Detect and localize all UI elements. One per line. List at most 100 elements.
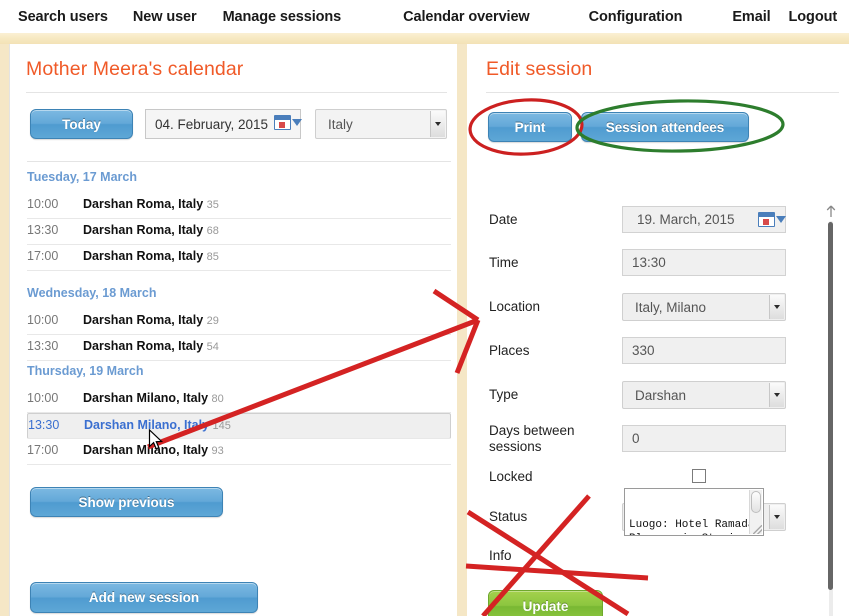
session-row[interactable]: 13:30 Darshan Roma, Italy 68 (27, 219, 451, 245)
update-button[interactable]: Update (488, 590, 603, 616)
top-navigation: Search users New user Manage sessions Ca… (0, 0, 849, 33)
session-row[interactable]: 17:00 Darshan Roma, Italy 85 (27, 245, 451, 271)
toolbar-divider (27, 161, 451, 162)
session-row[interactable]: 10:00 Darshan Milano, Italy 80 (27, 387, 451, 413)
session-name-text: Darshan Milano, Italy (83, 443, 209, 457)
country-select-value: Italy (328, 116, 353, 132)
nav-underline-band (0, 33, 849, 44)
page-scrollbar[interactable] (821, 204, 841, 616)
session-count: 145 (212, 420, 231, 432)
today-button[interactable]: Today (30, 109, 133, 139)
session-count: 29 (206, 315, 219, 327)
time-input-value: 13:30 (632, 255, 666, 270)
nav-item-email[interactable]: Email (732, 9, 770, 25)
days-between-label: Days between sessions (489, 423, 575, 454)
content-area: Mother Meera's calendar Today 04. Februa… (0, 44, 849, 616)
edit-session-divider (486, 92, 839, 93)
session-name: Darshan Roma, Italy 54 (83, 339, 219, 353)
session-name: Darshan Roma, Italy 68 (83, 223, 219, 237)
print-button[interactable]: Print (488, 112, 572, 142)
calendar-glyph (758, 212, 775, 227)
type-label: Type (489, 387, 519, 402)
page-root: Search users New user Manage sessions Ca… (0, 0, 849, 616)
chevron-down-icon (774, 305, 780, 309)
places-input[interactable]: 330 (622, 337, 786, 364)
session-count: 80 (211, 393, 224, 405)
session-row-selected[interactable]: 13:30 Darshan Milano, Italy 145 (27, 413, 451, 439)
add-new-session-button[interactable]: Add new session (30, 582, 258, 613)
session-row[interactable]: 10:00 Darshan Roma, Italy 29 (27, 309, 451, 335)
nav-item-logout[interactable]: Logout (789, 9, 838, 25)
session-row[interactable]: 10:00 Darshan Roma, Italy 35 (27, 193, 451, 219)
session-attendees-button[interactable]: Session attendees (581, 112, 749, 142)
chevron-down-icon (292, 119, 302, 126)
day-header-thursday: Thursday, 19 March (27, 364, 144, 378)
nav-item-configuration[interactable]: Configuration (589, 9, 683, 25)
nav-item-manage-sessions[interactable]: Manage sessions (223, 9, 342, 25)
info-textarea-value: Luogo: Hotel Ramada Plaza, via Stamira D… (629, 519, 755, 535)
session-time: 10:00 (27, 197, 59, 211)
location-select-arrow[interactable] (769, 295, 784, 319)
session-row[interactable]: 17:00 Darshan Milano, Italy 93 (27, 439, 451, 465)
calendar-title-divider (26, 92, 447, 93)
session-name-text: Darshan Roma, Italy (83, 313, 204, 327)
session-name: Darshan Roma, Italy 85 (83, 249, 219, 263)
session-row[interactable]: 13:30 Darshan Roma, Italy 54 (27, 335, 451, 361)
calendar-date-value: 04. February, 2015 (155, 116, 269, 132)
mouse-cursor (148, 429, 164, 450)
date-input-value: 19. March, 2015 (637, 212, 735, 227)
places-input-value: 330 (632, 343, 655, 358)
calendar-panel: Mother Meera's calendar Today 04. Februa… (9, 44, 457, 616)
status-label: Status (489, 509, 528, 524)
edit-session-title: Edit session (486, 58, 593, 80)
calendar-picker-icon[interactable] (274, 115, 302, 130)
nav-item-new-user[interactable]: New user (133, 9, 197, 25)
edit-session-panel: Edit session Print Session attendees Dat… (467, 44, 849, 616)
session-time: 17:00 (27, 249, 59, 263)
locked-checkbox[interactable] (692, 469, 706, 483)
places-label: Places (489, 343, 530, 358)
session-time: 17:00 (27, 443, 59, 457)
session-name-text: Darshan Roma, Italy (83, 223, 204, 237)
chevron-down-icon (774, 393, 780, 397)
session-name-text: Darshan Roma, Italy (83, 249, 204, 263)
session-time: 13:30 (27, 339, 59, 353)
country-select[interactable]: Italy (315, 109, 447, 139)
days-between-input-value: 0 (632, 431, 640, 446)
info-textarea[interactable]: Luogo: Hotel Ramada Plaza, via Stamira D… (624, 488, 764, 536)
info-textarea-scroll-thumb[interactable] (751, 491, 761, 513)
type-select-value: Darshan (635, 387, 687, 403)
type-select[interactable]: Darshan (622, 381, 786, 409)
session-name: Darshan Milano, Italy 80 (83, 391, 224, 405)
page-scroll-thumb[interactable] (827, 222, 833, 590)
nav-item-search-users[interactable]: Search users (18, 9, 108, 25)
session-count: 35 (206, 199, 219, 211)
time-input[interactable]: 13:30 (622, 249, 786, 276)
info-label: Info (489, 548, 512, 563)
calendar-glyph (274, 115, 291, 130)
nav-item-calendar-overview[interactable]: Calendar overview (403, 9, 530, 25)
resize-grip-icon[interactable] (753, 525, 762, 534)
session-count: 93 (211, 445, 224, 457)
show-previous-button[interactable]: Show previous (30, 487, 223, 517)
date-label: Date (489, 212, 518, 227)
type-select-arrow[interactable] (769, 383, 784, 407)
session-count: 68 (206, 225, 219, 237)
session-name-text: Darshan Roma, Italy (83, 339, 204, 353)
day-header-wednesday: Wednesday, 18 March (27, 286, 157, 300)
day-header-tuesday: Tuesday, 17 March (27, 170, 137, 184)
country-select-arrow[interactable] (430, 111, 445, 137)
session-name: Darshan Roma, Italy 35 (83, 197, 219, 211)
days-between-input[interactable]: 0 (622, 425, 786, 452)
status-select-arrow[interactable] (769, 505, 784, 529)
date-picker-icon[interactable] (758, 212, 786, 227)
session-name-text: Darshan Milano, Italy (84, 418, 210, 432)
time-label: Time (489, 255, 519, 270)
session-time: 10:00 (27, 313, 59, 327)
chevron-down-icon (776, 216, 786, 223)
session-name-text: Darshan Milano, Italy (83, 391, 209, 405)
scroll-up-arrow-icon[interactable] (824, 204, 838, 218)
session-count: 54 (206, 341, 219, 353)
session-name-text: Darshan Roma, Italy (83, 197, 204, 211)
location-select[interactable]: Italy, Milano (622, 293, 786, 321)
